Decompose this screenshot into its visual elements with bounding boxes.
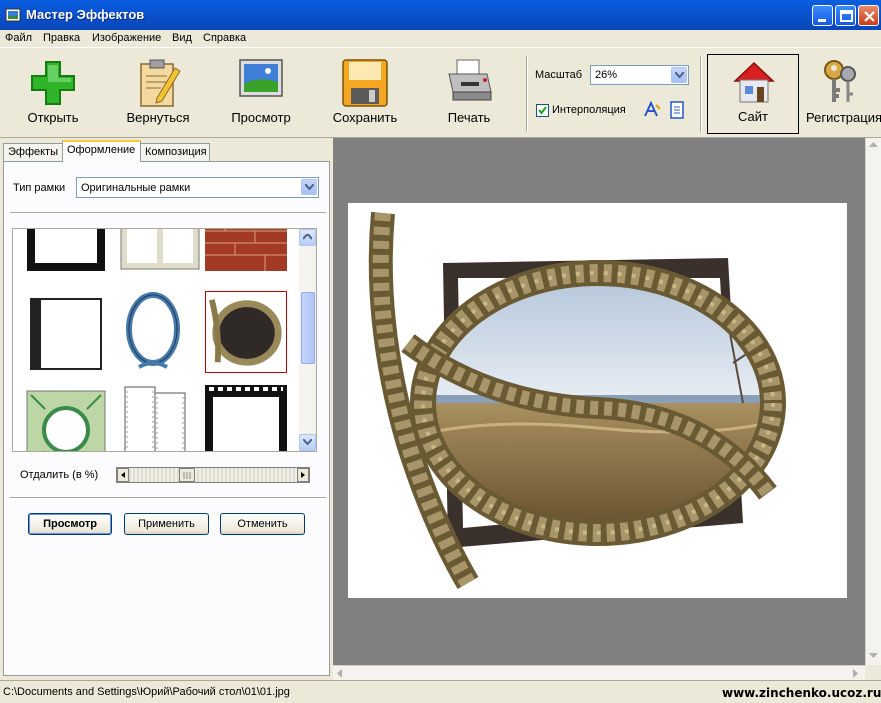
slider-right-arrow[interactable]: [297, 468, 309, 482]
text-document-icon[interactable]: [669, 101, 685, 119]
arrow-down-icon[interactable]: [869, 653, 878, 659]
chevron-down-icon: [305, 184, 314, 190]
rope-frame-icon: [209, 299, 282, 366]
watermark: www.zinchenko.ucoz.ru: [722, 686, 881, 700]
frame-thumbnail[interactable]: [25, 389, 107, 452]
tab-composition[interactable]: Композиция: [140, 143, 210, 161]
minimize-button[interactable]: [812, 5, 833, 26]
preview-canvas: [348, 203, 847, 598]
menu-edit[interactable]: Правка: [43, 32, 80, 44]
frame-type-value: Оригинальные рамки: [81, 182, 191, 194]
slider-left-arrow[interactable]: [117, 468, 129, 482]
zoom-select[interactable]: 26%: [590, 65, 689, 85]
save-label: Сохранить: [332, 110, 398, 125]
preview-vertical-scrollbar[interactable]: [865, 138, 881, 665]
toolbar-separator: [526, 56, 528, 132]
minimize-icon: [818, 19, 826, 22]
open-button[interactable]: Открыть: [8, 52, 98, 132]
register-button[interactable]: Регистрация: [800, 52, 881, 132]
font-a-icon[interactable]: [643, 101, 661, 119]
file-path: C:\Documents and Settings\Юрий\Рабочий с…: [3, 686, 290, 698]
title-bar: Мастер Эффектов: [0, 0, 881, 30]
printer-icon: [448, 59, 492, 101]
frame-thumbnail[interactable]: [25, 228, 107, 301]
frame-gallery: [12, 228, 317, 452]
close-button[interactable]: [858, 5, 879, 26]
zoom-label: Масштаб: [535, 69, 583, 81]
maximize-icon: [840, 10, 853, 22]
print-label: Печать: [447, 110, 491, 125]
tab-frames[interactable]: Оформление: [62, 140, 141, 162]
cancel-button[interactable]: Отменить: [220, 513, 305, 535]
back-label: Вернуться: [126, 110, 190, 125]
toolbar-separator: [700, 56, 702, 132]
distance-label: Отдалить (в %): [20, 469, 99, 481]
chevron-down-icon: [303, 439, 312, 445]
menu-view[interactable]: Вид: [172, 32, 192, 44]
frame-thumbnail[interactable]: [205, 385, 287, 452]
arrow-right-icon: [301, 472, 305, 478]
preview-image: [368, 211, 786, 590]
preview-toolbar-label: Просмотр: [231, 110, 291, 125]
print-button[interactable]: Печать: [424, 52, 514, 132]
gallery-scroll-down-button[interactable]: [299, 434, 316, 451]
checkmark-icon: [538, 106, 547, 115]
back-button[interactable]: Вернуться: [113, 52, 203, 132]
chevron-down-icon: [675, 72, 684, 78]
zoom-value: 26%: [595, 69, 618, 81]
grip-icon: [183, 472, 191, 479]
chevron-up-icon: [303, 234, 312, 240]
arrow-left-icon[interactable]: [337, 669, 343, 678]
gallery-scroll-up-button[interactable]: [299, 229, 316, 246]
frame-type-dropdown-button[interactable]: [301, 179, 317, 195]
site-button[interactable]: Сайт: [707, 54, 799, 134]
frame-type-label: Тип рамки: [13, 182, 66, 194]
preview-button[interactable]: Просмотр: [28, 513, 112, 535]
arrow-up-icon[interactable]: [869, 142, 878, 148]
tab-effects[interactable]: Эффекты: [3, 143, 63, 161]
clipboard-pencil-icon: [140, 59, 181, 107]
slider-knob[interactable]: [179, 468, 195, 482]
menu-bar: Файл Правка Изображение Вид Справка: [0, 30, 881, 48]
frame-thumbnail[interactable]: [25, 295, 107, 377]
app-icon: [5, 8, 21, 22]
open-label: Открыть: [27, 110, 79, 125]
save-button[interactable]: Сохранить: [320, 52, 410, 132]
preview-horizontal-scrollbar[interactable]: [333, 665, 865, 680]
gallery-scroll-thumb[interactable]: [301, 292, 315, 364]
maximize-button[interactable]: [835, 5, 856, 26]
site-label: Сайт: [738, 109, 768, 124]
keys-icon: [824, 60, 856, 102]
divider: [10, 212, 326, 214]
frame-type-select[interactable]: Оригинальные рамки: [76, 177, 319, 198]
distance-slider[interactable]: [116, 467, 310, 483]
apply-button[interactable]: Применить: [124, 513, 209, 535]
picture-icon: [239, 59, 283, 97]
close-icon: [864, 11, 875, 22]
zoom-dropdown-button[interactable]: [671, 67, 687, 83]
interpolation-label: Интерполяция: [552, 104, 626, 116]
interpolation-checkbox[interactable]: [536, 104, 549, 117]
window-title: Мастер Эффектов: [26, 7, 145, 22]
status-bar: C:\Documents and Settings\Юрий\Рабочий с…: [0, 680, 881, 703]
house-icon: [733, 61, 775, 103]
frame-thumbnail[interactable]: [119, 385, 201, 452]
arrow-left-icon: [121, 472, 125, 478]
frame-thumbnail[interactable]: [119, 291, 201, 373]
floppy-disk-icon: [342, 59, 388, 107]
menu-image[interactable]: Изображение: [92, 32, 161, 44]
menu-help[interactable]: Справка: [203, 32, 246, 44]
divider: [10, 497, 326, 499]
arrow-right-icon[interactable]: [853, 669, 859, 678]
plus-icon: [31, 61, 75, 105]
frame-thumbnail-selected[interactable]: [205, 291, 287, 373]
preview-toolbar-button[interactable]: Просмотр: [216, 52, 306, 132]
register-label: Регистрация: [806, 110, 881, 125]
menu-file[interactable]: Файл: [5, 32, 32, 44]
